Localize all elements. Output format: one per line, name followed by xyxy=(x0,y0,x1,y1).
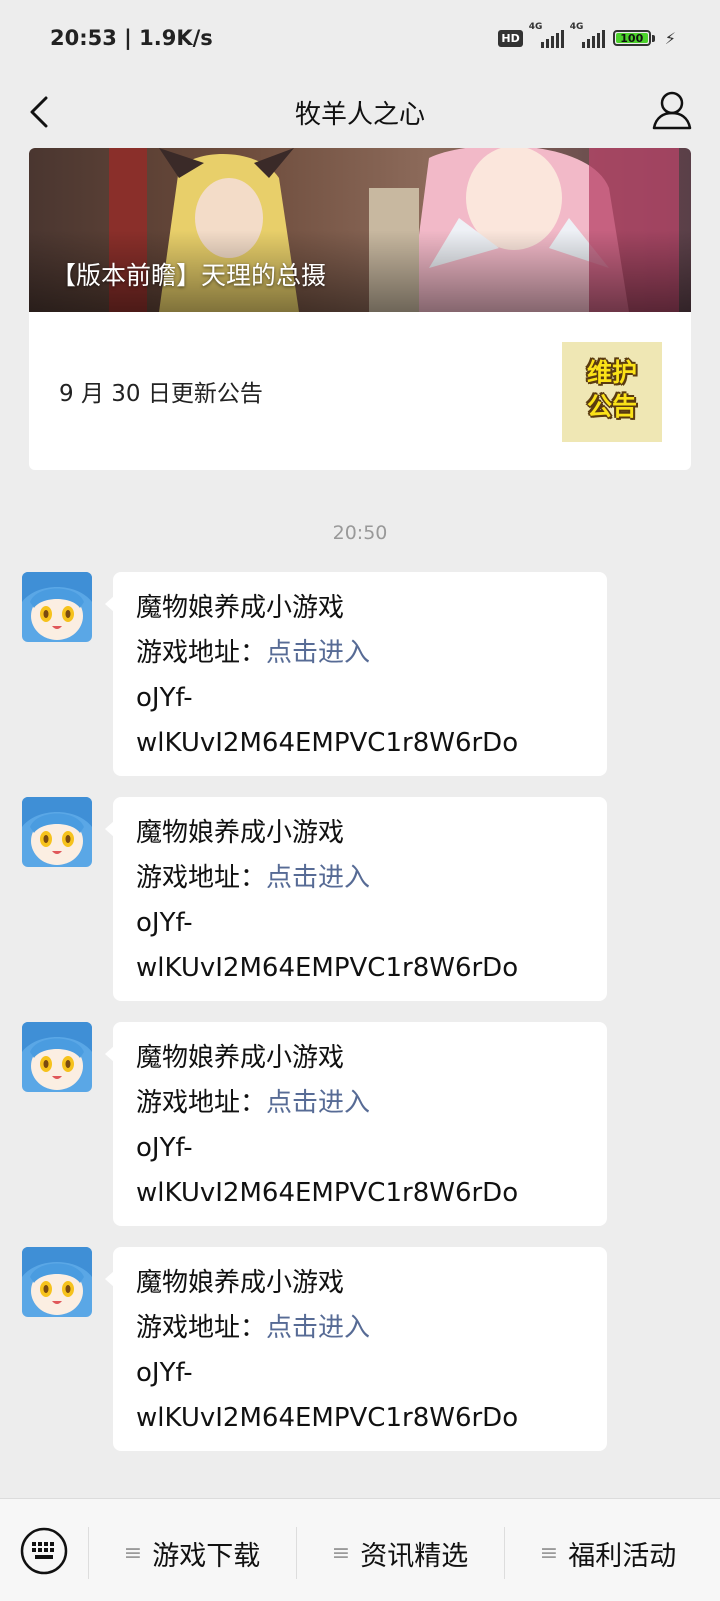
article-card[interactable]: 【版本前瞻】天理的总摄 9 月 30 日更新公告 维护 公告 xyxy=(29,148,691,470)
code-line-2: wlKUvI2M64EMPVC1r8W6rDo xyxy=(136,1178,519,1208)
menu-item-news-selection[interactable]: ≡ 资讯精选 xyxy=(297,1527,503,1579)
thumbnail-text-line-2: 公告 xyxy=(586,392,637,421)
avatar[interactable] xyxy=(22,1022,92,1092)
message-bubble: 魔物娘养成小游戏 游戏地址：点击进入 oJYf- wlKUvI2M64EMPVC… xyxy=(105,797,607,1001)
address-label: 游戏地址： xyxy=(136,1313,267,1343)
network-type-label: 4G xyxy=(528,22,543,32)
code-line-2: wlKUvI2M64EMPVC1r8W6rDo xyxy=(136,728,519,758)
menu-item-label: 游戏下载 xyxy=(152,1540,261,1572)
enter-link[interactable]: 点击进入 xyxy=(266,1088,370,1118)
message-title: 魔物娘养成小游戏 xyxy=(136,1268,345,1298)
thumbnail-text: 维护 公告 xyxy=(562,356,662,424)
bottom-menu-bar: ≡ 游戏下载 ≡ 资讯精选 ≡ 福利活动 xyxy=(0,1498,720,1601)
avatar[interactable] xyxy=(22,1247,92,1317)
hd-icon: HD xyxy=(498,29,523,47)
message-item: 魔物娘养成小游戏 游戏地址：点击进入 oJYf- wlKUvI2M64EMPVC… xyxy=(0,797,720,1002)
status-icons: HD 4G 4G 100 ⚡ xyxy=(498,22,676,48)
status-time-speed: 20:53 | 1.9K/s xyxy=(50,26,213,50)
sub-article-title: 9 月 30 日更新公告 xyxy=(59,381,263,407)
menu-item-label: 福利活动 xyxy=(568,1540,677,1572)
code-line-1: oJYf- xyxy=(136,1358,193,1388)
chat-timestamp: 20:50 xyxy=(332,522,388,544)
signal-icon-1: 4G xyxy=(529,22,564,48)
nav-bar: 牧羊人之心 xyxy=(0,80,720,150)
message-bubble: 魔物娘养成小游戏 游戏地址：点击进入 oJYf- wlKUvI2M64EMPVC… xyxy=(105,1247,607,1451)
enter-link[interactable]: 点击进入 xyxy=(266,863,370,893)
message-bubble: 魔物娘养成小游戏 游戏地址：点击进入 oJYf- wlKUvI2M64EMPVC… xyxy=(105,572,607,776)
enter-link[interactable]: 点击进入 xyxy=(266,1313,370,1343)
menu-item-game-download[interactable]: ≡ 游戏下载 xyxy=(89,1527,295,1579)
menu-list-icon: ≡ xyxy=(331,1540,351,1566)
message-title: 魔物娘养成小游戏 xyxy=(136,593,345,623)
profile-icon[interactable] xyxy=(650,88,694,134)
sub-article-row[interactable]: 9 月 30 日更新公告 维护 公告 xyxy=(29,312,691,470)
message-item: 魔物娘养成小游戏 游戏地址：点击进入 oJYf- wlKUvI2M64EMPVC… xyxy=(0,1022,720,1227)
battery-icon: 100 xyxy=(612,30,655,46)
message-bubble: 魔物娘养成小游戏 游戏地址：点击进入 oJYf- wlKUvI2M64EMPVC… xyxy=(105,1022,607,1226)
message-title: 魔物娘养成小游戏 xyxy=(136,1043,345,1073)
page-title: 牧羊人之心 xyxy=(294,100,425,130)
network-type-label: 4G xyxy=(569,22,584,32)
address-label: 游戏地址： xyxy=(136,1088,267,1118)
code-line-1: oJYf- xyxy=(136,683,193,713)
message-title: 魔物娘养成小游戏 xyxy=(136,818,345,848)
address-label: 游戏地址： xyxy=(136,638,267,668)
signal-icon-2: 4G xyxy=(570,22,605,48)
article-cover-image[interactable]: 【版本前瞻】天理的总摄 xyxy=(29,148,691,312)
code-line-2: wlKUvI2M64EMPVC1r8W6rDo xyxy=(136,1403,519,1433)
menu-item-benefit-events[interactable]: ≡ 福利活动 xyxy=(505,1527,711,1579)
enter-link[interactable]: 点击进入 xyxy=(266,638,370,668)
charging-icon: ⚡ xyxy=(664,28,676,48)
thumbnail-text-line-1: 维护 xyxy=(586,358,637,387)
menu-list-icon: ≡ xyxy=(539,1540,559,1566)
battery-level: 100 xyxy=(620,32,644,45)
status-bar: 20:53 | 1.9K/s HD 4G 4G 100 ⚡ xyxy=(0,0,720,80)
menu-item-label: 资讯精选 xyxy=(360,1540,469,1572)
code-line-1: oJYf- xyxy=(136,1133,193,1163)
menu-list-icon: ≡ xyxy=(123,1540,143,1566)
avatar[interactable] xyxy=(22,797,92,867)
code-line-2: wlKUvI2M64EMPVC1r8W6rDo xyxy=(136,953,519,983)
message-item: 魔物娘养成小游戏 游戏地址：点击进入 oJYf- wlKUvI2M64EMPVC… xyxy=(0,1247,720,1452)
message-item: 魔物娘养成小游戏 游戏地址：点击进入 oJYf- wlKUvI2M64EMPVC… xyxy=(0,572,720,777)
avatar[interactable] xyxy=(22,572,92,642)
keyboard-toggle-icon[interactable] xyxy=(20,1527,68,1575)
code-line-1: oJYf- xyxy=(136,908,193,938)
sub-article-thumbnail: 维护 公告 xyxy=(562,342,662,442)
article-cover-title: 【版本前瞻】天理的总摄 xyxy=(51,261,327,290)
address-label: 游戏地址： xyxy=(136,863,267,893)
